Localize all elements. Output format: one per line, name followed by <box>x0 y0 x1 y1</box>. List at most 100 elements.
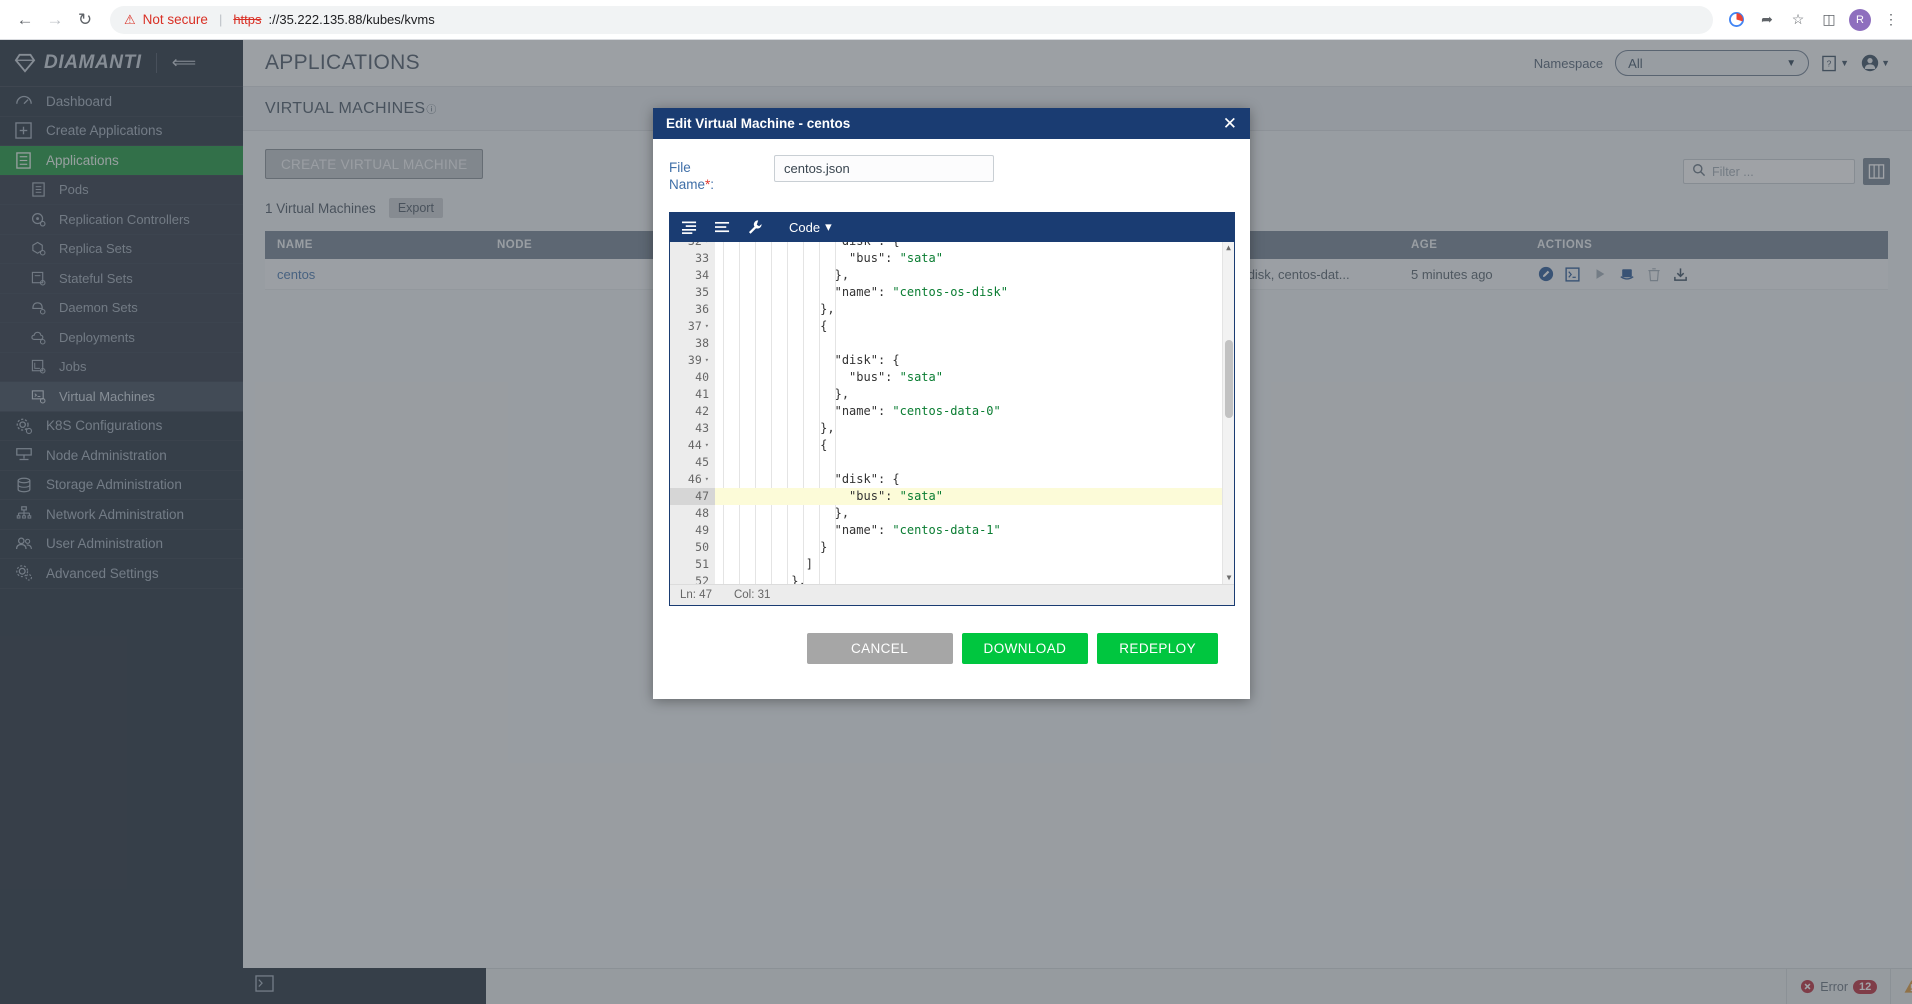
line-number: 47 <box>670 487 715 505</box>
redeploy-button[interactable]: REDEPLOY <box>1097 632 1218 664</box>
back-arrow-icon[interactable]: ← <box>10 5 40 35</box>
dialog-header: Edit Virtual Machine - centos ✕ <box>653 108 1250 139</box>
file-label-colon: : <box>710 176 715 192</box>
wrench-icon[interactable] <box>747 219 763 235</box>
bookmark-star-icon[interactable]: ☆ <box>1787 9 1809 31</box>
editor-scrollbar[interactable]: ▲ ▼ <box>1222 241 1234 584</box>
code-line[interactable]: 46 ▾ "disk": { <box>670 470 1234 488</box>
editor-toolbar: Code ▾ <box>670 212 1234 242</box>
code-text: "bus": "sata" <box>719 369 943 384</box>
line-number: 49 <box>670 521 715 539</box>
fold-toggle-icon[interactable]: ▾ <box>705 437 709 454</box>
line-number: 38 <box>670 334 715 352</box>
code-line[interactable]: 36 }, <box>670 300 1234 318</box>
chevron-down-icon: ▾ <box>825 219 832 235</box>
dialog-actions: CANCEL DOWNLOAD REDEPLOY <box>669 606 1234 664</box>
code-text: { <box>719 437 828 452</box>
line-number: 43 <box>670 419 715 437</box>
download-button[interactable]: DOWNLOAD <box>961 632 1089 664</box>
line-number: 37 ▾ <box>670 317 715 335</box>
code-text: "name": "centos-data-0" <box>719 403 1001 418</box>
code-line[interactable]: 39 ▾ "disk": { <box>670 351 1234 369</box>
code-string-literal: "sata" <box>899 250 943 265</box>
code-text: }, <box>719 267 850 282</box>
browser-toolbar: ← → ↻ ⚠ Not secure | https://35.222.135.… <box>0 0 1912 40</box>
line-number: 34 <box>670 266 715 284</box>
line-number: 35 <box>670 283 715 301</box>
compact-json-icon[interactable] <box>681 220 698 235</box>
file-label-line1: File <box>669 160 691 175</box>
code-text: "name": "centos-data-1" <box>719 522 1001 537</box>
code-line[interactable]: 44 ▾ { <box>670 436 1234 454</box>
google-apps-icon[interactable] <box>1725 9 1747 31</box>
edit-virtual-machine-dialog: Edit Virtual Machine - centos ✕ File Nam… <box>653 108 1250 699</box>
code-text: ] <box>719 556 813 571</box>
code-text: } <box>719 539 828 554</box>
code-line[interactable]: 37 ▾ { <box>670 317 1234 335</box>
editor-mode-dropdown[interactable]: Code ▾ <box>789 219 832 235</box>
dialog-body: File Name*: centos.json Code ▾ 33 "bus":… <box>653 139 1250 664</box>
file-name-input[interactable]: centos.json <box>774 155 994 182</box>
reload-icon[interactable]: ↻ <box>70 5 100 35</box>
code-line[interactable]: 50 } <box>670 538 1234 556</box>
code-line[interactable]: 48 }, <box>670 504 1234 522</box>
code-line[interactable]: 38 <box>670 334 1234 352</box>
file-name-label: File Name*: <box>669 155 774 194</box>
line-number: 33 <box>670 249 715 267</box>
line-number: 42 <box>670 402 715 420</box>
share-icon[interactable]: ➦ <box>1756 9 1778 31</box>
file-name-row: File Name*: centos.json <box>669 155 1234 194</box>
code-text: "disk": { <box>715 242 1234 250</box>
line-number: 52 <box>670 572 715 584</box>
profile-avatar[interactable]: R <box>1849 8 1871 31</box>
close-icon[interactable]: ✕ <box>1223 115 1237 132</box>
scroll-up-icon[interactable]: ▲ <box>1223 242 1234 254</box>
line-number: 46 ▾ <box>670 470 715 488</box>
code-string-literal: "sata" <box>899 369 943 384</box>
not-secure-warning-icon: ⚠ <box>124 11 136 27</box>
code-text: "disk": { <box>719 471 900 486</box>
cursor-line: Ln: 47 <box>680 588 712 601</box>
line-number: 40 <box>670 368 715 386</box>
url-scheme: https <box>233 12 262 27</box>
code-line[interactable]: 47 "bus": "sata" <box>670 487 1234 505</box>
code-line[interactable]: 40 "bus": "sata" <box>670 368 1234 386</box>
sidepanel-icon[interactable]: ◫ <box>1818 9 1840 31</box>
code-line[interactable]: 43 }, <box>670 419 1234 437</box>
line-number: 32▾ <box>670 241 715 250</box>
code-line[interactable]: 34 }, <box>670 266 1234 284</box>
cancel-button[interactable]: CANCEL <box>806 632 953 664</box>
code-line[interactable]: 33 "bus": "sata" <box>670 249 1234 267</box>
code-text: }, <box>719 573 806 584</box>
code-line[interactable]: 42 "name": "centos-data-0" <box>670 402 1234 420</box>
code-line[interactable]: 45 <box>670 453 1234 471</box>
fold-toggle-icon[interactable]: ▾ <box>705 242 709 250</box>
editor-content[interactable]: 32▾ "disk": {33 "bus": "sata"34 },35 "na… <box>670 241 1234 584</box>
line-number: 51 <box>670 555 715 573</box>
dialog-title: Edit Virtual Machine - centos <box>666 116 851 131</box>
chrome-menu-icon[interactable]: ⋮ <box>1880 9 1902 31</box>
omnibox-divider: | <box>218 12 223 27</box>
editor-status-bar: Ln: 47 Col: 31 <box>670 583 1234 605</box>
scrollbar-thumb[interactable] <box>1225 339 1233 418</box>
fold-toggle-icon[interactable]: ▾ <box>705 352 709 369</box>
forward-arrow-icon: → <box>46 9 64 29</box>
line-number: 44 ▾ <box>670 436 715 454</box>
code-text: "disk": { <box>719 352 900 367</box>
code-text: }, <box>719 505 850 520</box>
line-number: 45 <box>670 453 715 471</box>
code-line[interactable]: 32▾ "disk": { <box>670 241 1234 250</box>
json-editor: Code ▾ 32▾ "disk": {33 "bus": "sata"34 <box>669 211 1235 606</box>
address-bar[interactable]: ⚠ Not secure | https://35.222.135.88/kub… <box>110 5 1713 34</box>
scroll-down-icon[interactable]: ▼ <box>1223 572 1234 584</box>
code-text: }, <box>719 301 835 316</box>
code-line[interactable]: 51 ] <box>670 555 1234 573</box>
code-line[interactable]: 52 }, <box>670 572 1234 584</box>
fold-toggle-icon[interactable]: ▾ <box>705 318 709 335</box>
fold-toggle-icon[interactable]: ▾ <box>705 471 709 488</box>
code-line[interactable]: 35 "name": "centos-os-disk" <box>670 283 1234 301</box>
line-number: 48 <box>670 504 715 522</box>
code-line[interactable]: 49 "name": "centos-data-1" <box>670 521 1234 539</box>
code-line[interactable]: 41 }, <box>670 385 1234 403</box>
format-json-icon[interactable] <box>714 220 731 235</box>
